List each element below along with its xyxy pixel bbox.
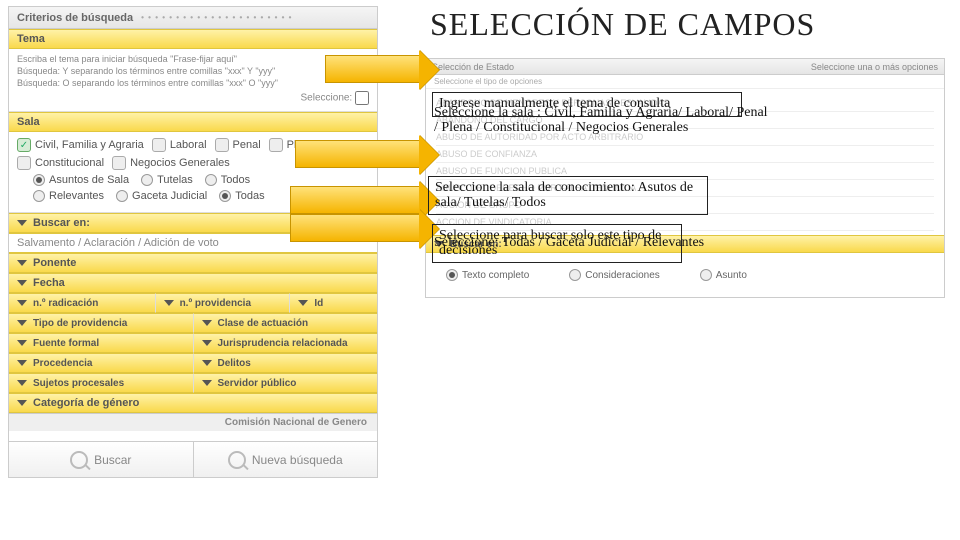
section-label: Tema (17, 33, 45, 45)
check-icon (17, 156, 31, 170)
section-categoria[interactable]: Categoría de género (9, 393, 377, 413)
check-icon (215, 138, 229, 152)
panel-header: Criterios de búsqueda • • • • • • • • • … (9, 7, 377, 29)
cell-clase[interactable]: Clase de actuación (194, 313, 378, 333)
radio-tutelas[interactable]: Tutelas (141, 174, 193, 186)
check-icon (152, 138, 166, 152)
radio-asuntos[interactable]: Asuntos de Sala (33, 174, 129, 186)
grey-footer: Comisión Nacional de Genero (9, 413, 377, 431)
tema-hint-2: Búsqueda: Y separando los términos entre… (17, 66, 369, 76)
cell-providencia[interactable]: n.º providencia (156, 293, 291, 313)
cell-id[interactable]: Id (290, 293, 377, 313)
radio-icon (219, 190, 231, 202)
cell-fuente[interactable]: Fuente formal (9, 333, 194, 353)
check-icon: ✓ (17, 138, 31, 152)
header-dots: • • • • • • • • • • • • • • • • • • • • … (141, 13, 369, 22)
cell-radicacion[interactable]: n.º radicación (9, 293, 156, 313)
radio-asunto[interactable]: Asunto (700, 269, 747, 281)
radio-icon (116, 190, 128, 202)
list-item[interactable]: ABUSO DE CONFIANZA (436, 146, 934, 163)
radio-icon (33, 190, 45, 202)
cell-jurisprudencia[interactable]: Jurisprudencia relacionada (194, 333, 378, 353)
radio-gaceta[interactable]: Gaceta Judicial (116, 190, 207, 202)
callout-arrow-4 (290, 214, 420, 242)
section-ponente[interactable]: Ponente (9, 253, 377, 273)
grid-row-4: Procedencia Delitos (9, 353, 377, 373)
search-button[interactable]: Buscar (9, 442, 194, 477)
check-penal[interactable]: Penal (215, 138, 261, 152)
radio-icon (205, 174, 217, 186)
section-label: Sala (17, 116, 40, 128)
chevron-down-icon (17, 340, 27, 346)
chevron-down-icon (164, 300, 174, 306)
cell-procedencia[interactable]: Procedencia (9, 353, 194, 373)
check-civil[interactable]: ✓Civil, Familia y Agraria (17, 138, 144, 152)
check-icon (112, 156, 126, 170)
tema-hint-3: Búsqueda: O separando los términos entre… (17, 78, 369, 88)
chevron-down-icon (202, 380, 212, 386)
tema-select-row: Seleccione: (17, 91, 369, 105)
chevron-down-icon (17, 400, 27, 406)
tema-select-input[interactable] (355, 91, 369, 105)
grid-row-3: Fuente formal Jurisprudencia relacionada (9, 333, 377, 353)
chevron-down-icon (298, 300, 308, 306)
chevron-down-icon (17, 260, 27, 266)
tema-select-label: Seleccione: (301, 93, 353, 104)
check-constitucional[interactable]: Constitucional (17, 156, 104, 170)
radio-icon (446, 269, 458, 281)
check-laboral[interactable]: Laboral (152, 138, 207, 152)
radio-texto-completo[interactable]: Texto completo (446, 269, 529, 281)
callout-2: Seleccione la sala : Civil, Familia y Ag… (434, 106, 774, 135)
check-icon (269, 138, 283, 152)
search-icon (228, 451, 246, 469)
chevron-down-icon (17, 300, 27, 306)
callout-5: Seleccione: Todas / Gaceta Judicial / Re… (434, 236, 804, 251)
chevron-down-icon (17, 280, 27, 286)
callout-arrow-2 (295, 140, 420, 168)
chevron-down-icon (17, 360, 27, 366)
new-search-button[interactable]: Nueva búsqueda (194, 442, 378, 477)
radio-todas[interactable]: Todas (219, 190, 264, 202)
cell-delitos[interactable]: Delitos (194, 353, 378, 373)
chevron-down-icon (17, 380, 27, 386)
chevron-down-icon (17, 320, 27, 326)
radio-relevantes[interactable]: Relevantes (33, 190, 104, 202)
chevron-down-icon (202, 340, 212, 346)
grid-row-1: n.º radicación n.º providencia Id (9, 293, 377, 313)
tema-body: Escriba el tema para iniciar búsqueda "F… (9, 49, 377, 112)
tema-hint-1: Escriba el tema para iniciar búsqueda "F… (17, 54, 369, 64)
grid-row-2: Tipo de providencia Clase de actuación (9, 313, 377, 333)
chevron-down-icon (202, 320, 212, 326)
radio-icon (33, 174, 45, 186)
radio-icon (569, 269, 581, 281)
radio-icon (700, 269, 712, 281)
chevron-down-icon (17, 220, 27, 226)
cell-tipo[interactable]: Tipo de providencia (9, 313, 194, 333)
panel-title: Criterios de búsqueda (17, 12, 133, 24)
chevron-down-icon (202, 360, 212, 366)
callout-arrow-3 (290, 186, 420, 214)
section-tema[interactable]: Tema (9, 29, 377, 49)
cell-servidor[interactable]: Servidor público (194, 373, 378, 393)
right-panel-sub: Seleccione el tipo de opciones (426, 75, 944, 89)
section-fecha[interactable]: Fecha (9, 273, 377, 293)
page-title: SELECCIÓN DE CAMPOS (430, 6, 950, 43)
radio-consideraciones[interactable]: Consideraciones (569, 269, 660, 281)
radio-todos[interactable]: Todos (205, 174, 250, 186)
callout-arrow-1 (325, 55, 420, 83)
sala-radios-1: Asuntos de Sala Tutelas Todos (33, 174, 369, 186)
callout-3: Seleccione la sala de conocimiento: Asut… (428, 176, 708, 215)
radio-icon (141, 174, 153, 186)
check-negocios[interactable]: Negocios Generales (112, 156, 230, 170)
section-sala[interactable]: Sala (9, 112, 377, 132)
search-criteria-panel: Criterios de búsqueda • • • • • • • • • … (8, 6, 378, 478)
cell-sujetos[interactable]: Sujetos procesales (9, 373, 194, 393)
button-row: Buscar Nueva búsqueda (9, 441, 377, 477)
search-icon (70, 451, 88, 469)
grid-row-5: Sujetos procesales Servidor público (9, 373, 377, 393)
right-panel-header: Selección de Estado Seleccione una o más… (426, 59, 944, 75)
